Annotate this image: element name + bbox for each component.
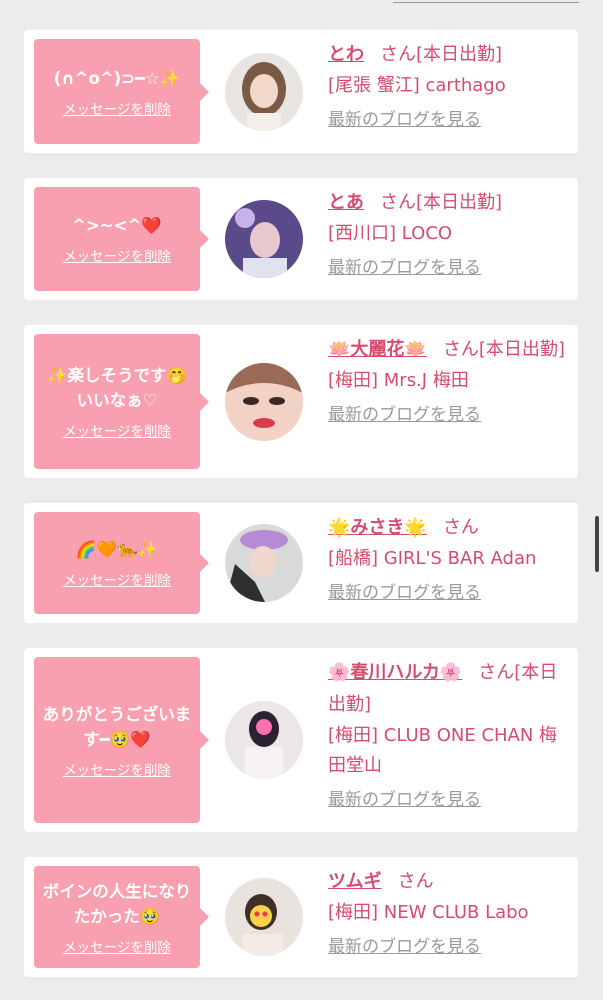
message-card: ありがとうございます━🥹❤️ メッセージを削除 🌸春川ハルカ🌸 さん[本日出勤] … — [24, 648, 578, 832]
cast-name-link[interactable]: 🌸春川ハルカ🌸 — [328, 662, 462, 683]
cast-name-link[interactable]: 🌟みさき🌟 — [328, 517, 427, 538]
top-bar — [0, 0, 603, 14]
message-text: 🌈🧡🐆✨ — [75, 540, 159, 559]
avatar-image — [225, 524, 303, 602]
latest-blog-link[interactable]: 最新のブログを見る — [328, 402, 566, 428]
message-text: ありがとうございます━🥹❤️ — [42, 704, 192, 749]
latest-blog-link[interactable]: 最新のブログを見る — [328, 255, 566, 281]
message-bubble: ^>~<^❤️ メッセージを削除 — [34, 187, 209, 291]
avatar[interactable] — [225, 701, 303, 779]
cast-name-line: 🌸春川ハルカ🌸 さん[本日出勤] — [328, 657, 566, 721]
cast-info: とわ さん[本日出勤] [尾張 蟹江] carthago 最新のブログを見る — [328, 39, 566, 133]
cast-name-line: 🌟みさき🌟 さん — [328, 512, 566, 544]
honorific: さん — [397, 871, 434, 892]
avatar[interactable] — [225, 200, 303, 278]
message-text: ^>~<^❤️ — [72, 216, 162, 235]
shop-info: [梅田] CLUB ONE CHAN 梅田堂山 — [328, 725, 558, 776]
latest-blog-link[interactable]: 最新のブログを見る — [328, 934, 566, 960]
shop-info: [梅田] Mrs.J 梅田 — [328, 370, 469, 391]
cast-name-line: ツムギ さん — [328, 866, 566, 898]
shop-info: [船橋] GIRL'S BAR Adan — [328, 548, 537, 569]
honorific: さん — [380, 44, 416, 65]
cast-name-link[interactable]: とあ — [328, 192, 364, 213]
shop-info: [梅田] NEW CLUB Labo — [328, 902, 529, 923]
cast-name-line: とあ さん[本日出勤] — [328, 187, 566, 219]
shop-info: [尾張 蟹江] carthago — [328, 75, 506, 96]
message-text: (∩^o^)⊃━☆✨ — [53, 68, 181, 88]
message-bubble: ✨楽しそうです🤭いいなぁ♡ メッセージを削除 — [34, 334, 209, 469]
work-status: [本日出勤] — [416, 44, 503, 65]
avatar[interactable] — [225, 524, 303, 602]
message-bubble: (∩^o^)⊃━☆✨ メッセージを削除 — [34, 39, 209, 144]
honorific: さん — [442, 339, 479, 360]
top-bar-right-link[interactable] — [393, 0, 579, 3]
latest-blog-link[interactable]: 最新のブログを見る — [328, 107, 566, 133]
cast-info: 🪷大麗花🪷 さん[本日出勤] [梅田] Mrs.J 梅田 最新のブログを見る — [328, 334, 566, 428]
delete-message-link[interactable]: メッセージを削除 — [63, 98, 171, 118]
scrollbar[interactable] — [595, 516, 599, 572]
message-bubble: 🌈🧡🐆✨ メッセージを削除 — [34, 512, 209, 614]
avatar-image — [225, 53, 303, 131]
delete-message-link[interactable]: メッセージを削除 — [63, 936, 171, 956]
cast-name-link[interactable]: ツムギ — [328, 871, 382, 892]
message-card: ボインの人生になりたかった🥹 メッセージを削除 ツムギ さん [梅田] NEW C… — [24, 857, 578, 977]
cast-info: ツムギ さん [梅田] NEW CLUB Labo 最新のブログを見る — [328, 866, 566, 960]
delete-message-link[interactable]: メッセージを削除 — [63, 245, 171, 265]
shop-info: [西川口] LOCO — [328, 223, 453, 244]
message-bubble: ボインの人生になりたかった🥹 メッセージを削除 — [34, 866, 209, 968]
delete-message-link[interactable]: メッセージを削除 — [63, 569, 171, 589]
delete-message-link[interactable]: メッセージを削除 — [63, 759, 171, 779]
work-status: [本日出勤] — [416, 192, 503, 213]
latest-blog-link[interactable]: 最新のブログを見る — [328, 580, 566, 606]
avatar[interactable] — [225, 363, 303, 441]
delete-message-link[interactable]: メッセージを削除 — [63, 420, 171, 440]
avatar[interactable] — [225, 53, 303, 131]
cast-name-line: とわ さん[本日出勤] — [328, 39, 566, 71]
avatar-image — [225, 878, 303, 956]
cast-name-link[interactable]: 🪷大麗花🪷 — [328, 339, 427, 360]
message-text: ボインの人生になりたかった🥹 — [42, 881, 192, 926]
avatar-image — [225, 200, 303, 278]
message-card: ^>~<^❤️ メッセージを削除 とあ さん[本日出勤] [西川口] LOCO 最… — [24, 178, 578, 300]
work-status: [本日出勤] — [478, 339, 565, 360]
honorific: さん — [380, 192, 416, 213]
honorific: さん — [478, 662, 515, 683]
message-bubble: ありがとうございます━🥹❤️ メッセージを削除 — [34, 657, 209, 823]
cast-name-link[interactable]: とわ — [328, 44, 364, 65]
message-card: ✨楽しそうです🤭いいなぁ♡ メッセージを削除 🪷大麗花🪷 さん[本日出勤] [梅田… — [24, 325, 578, 478]
cast-name-line: 🪷大麗花🪷 さん[本日出勤] — [328, 334, 566, 366]
cast-info: 🌟みさき🌟 さん [船橋] GIRL'S BAR Adan 最新のブログを見る — [328, 512, 566, 606]
cast-info: 🌸春川ハルカ🌸 さん[本日出勤] [梅田] CLUB ONE CHAN 梅田堂山 … — [328, 657, 566, 813]
cast-info: とあ さん[本日出勤] [西川口] LOCO 最新のブログを見る — [328, 187, 566, 281]
message-card: (∩^o^)⊃━☆✨ メッセージを削除 とわ さん[本日出勤] [尾張 蟹江] c… — [24, 30, 578, 153]
avatar-image — [225, 701, 303, 779]
message-card: 🌈🧡🐆✨ メッセージを削除 🌟みさき🌟 さん [船橋] GIRL'S BAR Ad… — [24, 503, 578, 623]
latest-blog-link[interactable]: 最新のブログを見る — [328, 787, 566, 813]
avatar-image — [225, 363, 303, 441]
message-text: ✨楽しそうです🤭いいなぁ♡ — [46, 366, 188, 410]
honorific: さん — [442, 517, 479, 538]
avatar[interactable] — [225, 878, 303, 956]
